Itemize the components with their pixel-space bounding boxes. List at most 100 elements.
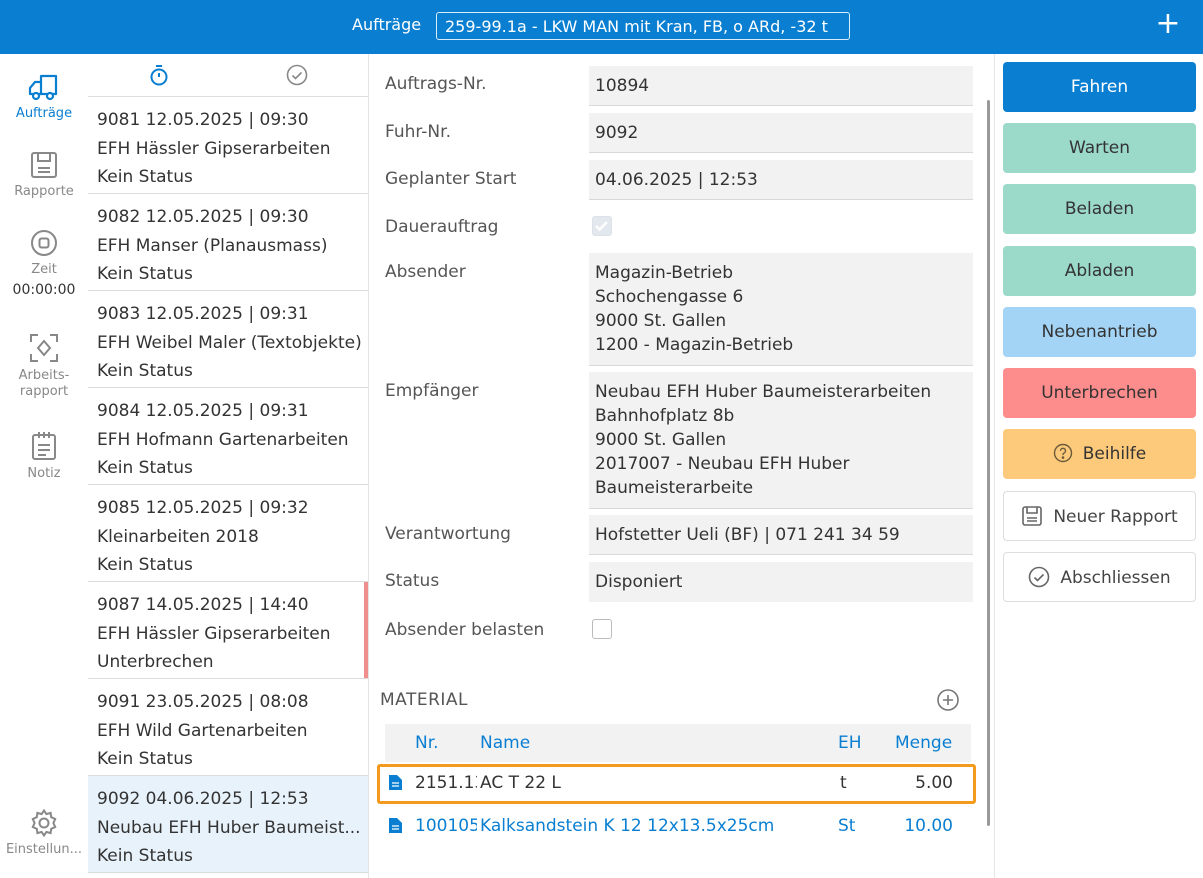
scan-icon xyxy=(30,334,58,362)
nav-rail: Aufträge Rapporte Zeit 00:00:00 Arbeits-… xyxy=(0,54,88,878)
order-status: Kein Status xyxy=(97,555,193,575)
order-list: 9081 12.05.2025 | 09:30 EFH Hässler Gips… xyxy=(88,54,369,878)
order-status: Kein Status xyxy=(97,846,193,866)
vehicle-selector[interactable]: 259-99.1a - LKW MAN mit Kran, FB, o ARd,… xyxy=(436,12,850,40)
nav-settings-label: Einstellun... xyxy=(5,842,83,857)
nav-settings[interactable]: Einstellun... xyxy=(0,808,88,858)
unload-button[interactable]: Abladen xyxy=(1003,246,1196,296)
order-status: Kein Status xyxy=(97,264,193,284)
truck-icon xyxy=(28,74,58,101)
add-order-button[interactable]: + xyxy=(1153,6,1183,42)
nav-note[interactable]: Notiz xyxy=(0,430,88,482)
drive-button[interactable]: Fahren xyxy=(1003,62,1196,112)
order-date: 9082 12.05.2025 | 09:30 xyxy=(97,207,309,227)
order-row[interactable]: 9081 12.05.2025 | 09:30 EFH Hässler Gips… xyxy=(88,97,368,194)
order-name: EFH Weibel Maler (Textobjekte) xyxy=(97,332,362,353)
order-date: 9081 12.05.2025 | 09:30 xyxy=(97,110,309,130)
material-name: Kalksandstein K 12 12x13.5x25cm xyxy=(480,816,775,836)
order-date: 9087 14.05.2025 | 14:40 xyxy=(97,595,309,615)
nav-note-label: Notiz xyxy=(27,466,61,481)
nav-time[interactable]: Zeit 00:00:00 xyxy=(0,228,88,298)
nav-orders-label: Aufträge xyxy=(15,106,73,121)
standing-order-label: Dauerauftrag xyxy=(385,217,499,237)
report-icon xyxy=(1022,505,1043,526)
stopwatch-icon[interactable] xyxy=(149,64,169,86)
col-nr: Nr. xyxy=(415,733,439,753)
order-row[interactable]: 9085 12.05.2025 | 09:32 Kleinarbeiten 20… xyxy=(88,485,368,582)
nav-time-label: Zeit xyxy=(31,262,57,277)
nav-work-report[interactable]: Arbeits- rapport xyxy=(0,332,88,400)
complete-label: Abschliessen xyxy=(1060,568,1171,588)
order-name: EFH Hofmann Gartenarbeiten xyxy=(97,429,349,450)
order-row[interactable]: 9083 12.05.2025 | 09:31 EFH Weibel Maler… xyxy=(88,291,368,388)
action-panel: Fahren Warten Beladen Abladen Nebenantri… xyxy=(994,54,1203,878)
order-date: 9084 12.05.2025 | 09:31 xyxy=(97,401,309,421)
nav-orders[interactable]: Aufträge xyxy=(0,72,88,122)
order-date: 9083 12.05.2025 | 09:31 xyxy=(97,304,309,324)
interrupt-button[interactable]: Unterbrechen xyxy=(1003,368,1196,418)
note-icon xyxy=(32,432,56,460)
new-report-button[interactable]: Neuer Rapport xyxy=(1003,491,1196,541)
order-list-header xyxy=(88,54,368,97)
add-circle-icon[interactable] xyxy=(936,688,960,712)
status-marker xyxy=(364,582,368,678)
material-unit: St xyxy=(838,816,856,836)
nav-reports[interactable]: Rapporte xyxy=(0,150,88,200)
check-circle-icon[interactable] xyxy=(286,64,308,86)
material-title: MATERIAL xyxy=(380,690,469,710)
trip-no-label: Fuhr-Nr. xyxy=(385,122,451,142)
recipient-line: Neubau EFH Huber Baumeisterarbeiten xyxy=(595,382,932,402)
planned-start-field: 04.06.2025 | 12:53 xyxy=(589,160,973,200)
sender-line: 9000 St. Gallen xyxy=(595,311,727,331)
order-status: Unterbrechen xyxy=(97,652,214,672)
order-row[interactable]: 9087 14.05.2025 | 14:40 EFH Hässler Gips… xyxy=(88,582,368,679)
nav-reports-label: Rapporte xyxy=(14,184,74,199)
order-date: 9091 23.05.2025 | 08:08 xyxy=(97,692,309,712)
responsible-label: Verantwortung xyxy=(385,524,511,544)
order-status: Kein Status xyxy=(97,167,193,187)
file-icon xyxy=(389,818,402,833)
charge-sender-checkbox[interactable] xyxy=(592,619,612,639)
time-counter: 00:00:00 xyxy=(12,282,76,298)
selection-highlight xyxy=(377,764,976,804)
order-row[interactable]: 9084 12.05.2025 | 09:31 EFH Hofmann Gart… xyxy=(88,388,368,485)
sender-field: Magazin-Betrieb Schochengasse 6 9000 St.… xyxy=(589,253,973,366)
sender-line: Schochengasse 6 xyxy=(595,287,744,307)
recipient-field: Neubau EFH Huber Baumeisterarbeiten Bahn… xyxy=(589,372,973,509)
new-report-label: Neuer Rapport xyxy=(1053,507,1178,527)
order-name: EFH Manser (Planausmass) xyxy=(97,235,328,256)
material-nr: 100105 xyxy=(415,816,477,836)
recipient-line: 9000 St. Gallen xyxy=(595,430,727,450)
status-label: Status xyxy=(385,571,440,591)
planned-start-label: Geplanter Start xyxy=(385,169,517,189)
col-unit: EH xyxy=(838,733,862,753)
header-bar: Aufträge 259-99.1a - LKW MAN mit Kran, F… xyxy=(0,0,1203,54)
report-icon xyxy=(31,152,57,178)
status-field: Disponiert xyxy=(589,562,973,602)
page-title: Aufträge xyxy=(352,15,422,34)
help-button[interactable]: Beihilfe xyxy=(1003,429,1196,479)
order-no-label: Auftrags-Nr. xyxy=(385,74,487,94)
sender-label: Absender xyxy=(385,262,466,282)
order-row[interactable]: 9091 23.05.2025 | 08:08 EFH Wild Gartena… xyxy=(88,679,368,776)
complete-button[interactable]: Abschliessen xyxy=(1003,552,1196,602)
stop-circle-icon xyxy=(31,230,57,256)
order-date: 9085 12.05.2025 | 09:32 xyxy=(97,498,309,518)
detail-scrollbar[interactable] xyxy=(987,100,990,826)
pto-button[interactable]: Nebenantrieb xyxy=(1003,307,1196,357)
responsible-field: Hofstetter Ueli (BF) | 071 241 34 59 xyxy=(589,515,973,555)
recipient-line: Baumeisterarbeite xyxy=(595,478,754,498)
load-button[interactable]: Beladen xyxy=(1003,184,1196,234)
material-row[interactable]: 100105 Kalksandstein K 12 12x13.5x25cm S… xyxy=(385,806,971,846)
order-row[interactable]: 9082 12.05.2025 | 09:30 EFH Manser (Plan… xyxy=(88,194,368,291)
order-row-selected[interactable]: 9092 04.06.2025 | 12:53 Neubau EFH Huber… xyxy=(88,776,368,873)
standing-order-checkbox[interactable] xyxy=(592,216,612,236)
order-status: Kein Status xyxy=(97,361,193,381)
col-qty: Menge xyxy=(895,733,953,753)
sender-line: Magazin-Betrieb xyxy=(595,263,733,283)
wait-button[interactable]: Warten xyxy=(1003,123,1196,173)
nav-work-report-label-2: rapport xyxy=(19,384,69,399)
trip-no-field: 9092 xyxy=(589,113,973,153)
order-name: Kleinarbeiten 2018 xyxy=(97,526,259,547)
order-name: EFH Hässler Gipserarbeiten xyxy=(97,138,331,159)
